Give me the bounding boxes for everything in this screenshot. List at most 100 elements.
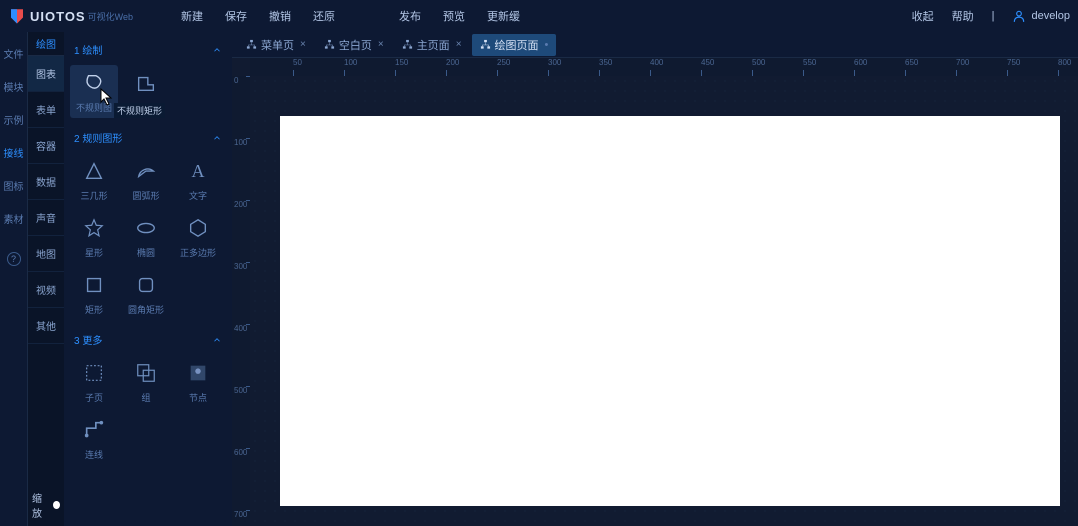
cat-video[interactable]: 视频 — [28, 272, 64, 308]
sitemap-icon — [246, 39, 257, 50]
cat-form[interactable]: 表单 — [28, 92, 64, 128]
ellipse-icon — [132, 214, 160, 242]
menu-save[interactable]: 保存 — [225, 8, 247, 24]
scale-slider-thumb[interactable] — [53, 501, 60, 509]
tool-triangle[interactable]: 三几形 — [70, 153, 118, 206]
tool-ellipse[interactable]: 椭圆 — [122, 210, 170, 263]
polygon-icon — [184, 214, 212, 242]
cat-audio[interactable]: 声音 — [28, 200, 64, 236]
menu-redo[interactable]: 还原 — [313, 8, 335, 24]
page-tabs: 菜单页× 空白页× 主页面× 绘图页面• — [232, 32, 1078, 58]
user-name: develop — [1031, 10, 1070, 22]
group-icon — [132, 359, 160, 387]
ruler-vertical[interactable]: 0100200300400500600700 — [232, 76, 250, 526]
close-icon[interactable]: × — [378, 39, 384, 50]
logo: UIOTOS — [8, 7, 86, 25]
menu-refresh[interactable]: 更新缓 — [487, 8, 520, 24]
section-3-header[interactable]: 3 更多 — [64, 328, 232, 351]
text-icon: A — [184, 157, 212, 185]
logo-icon — [8, 7, 26, 25]
divider: | — [992, 10, 995, 22]
tooltip: 不规则矩形 — [114, 103, 165, 118]
tab-menu-page[interactable]: 菜单页× — [238, 34, 314, 56]
topbar: UIOTOS 可视化Web 新建 保存 撤销 还原 发布 预览 更新缓 收起 帮… — [0, 0, 1078, 32]
user-icon — [1012, 9, 1026, 23]
arc-icon — [132, 157, 160, 185]
section-1-title: 1 绘制 — [74, 42, 102, 57]
modified-dot-icon: • — [545, 39, 549, 51]
leftbar-help[interactable]: ? — [7, 252, 21, 266]
menu-new[interactable]: 新建 — [181, 8, 203, 24]
help-button[interactable]: 帮助 — [952, 8, 974, 24]
section-3-title: 3 更多 — [74, 332, 102, 347]
close-icon[interactable]: × — [456, 39, 462, 50]
section-2-grid: 三几形 圆弧形 A 文字 星形 椭圆 正多边形 — [64, 149, 232, 328]
sitemap-icon — [324, 39, 335, 50]
section-3-grid: 子页 组 节点 连线 — [64, 351, 232, 473]
topbar-right: 收起 帮助 | develop — [912, 8, 1070, 24]
section-2-title: 2 规则图形 — [74, 130, 122, 145]
edge-icon — [80, 416, 108, 444]
tool-node[interactable]: 节点 — [174, 355, 222, 408]
scale-control[interactable]: 缩放 — [28, 484, 64, 526]
tool-arc[interactable]: 圆弧形 — [122, 153, 170, 206]
star-icon — [80, 214, 108, 242]
collapse-button[interactable]: 收起 — [912, 8, 934, 24]
menu-preview[interactable]: 预览 — [443, 8, 465, 24]
tool-text[interactable]: A 文字 — [174, 153, 222, 206]
user-menu[interactable]: develop — [1012, 9, 1070, 23]
cat-container[interactable]: 容器 — [28, 128, 64, 164]
ruler-horizontal[interactable]: 0501001502002503003504004505005506006507… — [250, 58, 1078, 76]
tool-group[interactable]: 组 — [122, 355, 170, 408]
sitemap-icon — [480, 39, 491, 50]
tool-rect[interactable]: 矩形 — [70, 267, 118, 320]
section-1-header[interactable]: 1 绘制 — [64, 38, 232, 61]
section-2-header[interactable]: 2 规则图形 — [64, 126, 232, 149]
chevron-up-icon — [212, 133, 222, 143]
logo-text: UIOTOS — [30, 9, 86, 24]
main-menu: 新建 保存 撤销 还原 发布 预览 更新缓 — [181, 8, 520, 24]
category-column: 组件 绘图 图表 表单 容器 数据 声音 地图 视频 其他 缩放 — [28, 32, 64, 526]
tool-edge[interactable]: 连线 — [70, 412, 118, 465]
tab-main-page[interactable]: 主页面× — [394, 34, 470, 56]
cat-other[interactable]: 其他 — [28, 308, 64, 344]
scale-label: 缩放 — [32, 490, 49, 520]
leftbar-example[interactable]: 示例 — [4, 112, 24, 127]
cat-chart[interactable]: 图表 — [28, 56, 64, 92]
irregular-rect-icon — [132, 69, 160, 97]
leftbar-asset[interactable]: 素材 — [4, 211, 24, 226]
tool-star[interactable]: 星形 — [70, 210, 118, 263]
tab-blank-page[interactable]: 空白页× — [316, 34, 392, 56]
leftbar-module[interactable]: 模块 — [4, 79, 24, 94]
sitemap-icon — [402, 39, 413, 50]
leftbar-wire[interactable]: 接线 — [4, 145, 24, 160]
tab-draw-page[interactable]: 绘图页面• — [472, 34, 557, 56]
roundrect-icon — [132, 271, 160, 299]
canvas-paper[interactable] — [280, 116, 1060, 506]
chevron-up-icon — [212, 335, 222, 345]
node-icon — [184, 359, 212, 387]
leftbar-file[interactable]: 文件 — [4, 46, 24, 61]
cat-data[interactable]: 数据 — [28, 164, 64, 200]
leftbar-icon[interactable]: 图标 — [4, 178, 24, 193]
tool-irregular-label: 不规则图 — [76, 101, 112, 114]
triangle-icon — [80, 157, 108, 185]
category-list: 图表 表单 容器 数据 声音 地图 视频 其他 — [28, 56, 64, 344]
tab-draw[interactable]: 绘图 — [36, 36, 56, 51]
tool-irregular[interactable]: 不规则图 — [70, 65, 118, 118]
tool-roundrect[interactable]: 圆角矩形 — [122, 267, 170, 320]
tool-subpage[interactable]: 子页 — [70, 355, 118, 408]
rect-icon — [80, 271, 108, 299]
irregular-icon — [80, 69, 108, 97]
canvas-area[interactable] — [250, 76, 1078, 526]
tool-polygon[interactable]: 正多边形 — [174, 210, 222, 263]
palette-top-tabs: 组件 绘图 — [28, 32, 64, 56]
close-icon[interactable]: × — [300, 39, 306, 50]
cat-map[interactable]: 地图 — [28, 236, 64, 272]
leftbar: 文件 模块 示例 接线 图标 素材 ? — [0, 32, 28, 526]
canvas-column: 菜单页× 空白页× 主页面× 绘图页面• 0501001502002503003… — [232, 32, 1078, 526]
menu-undo[interactable]: 撤销 — [269, 8, 291, 24]
subpage-icon — [80, 359, 108, 387]
menu-publish[interactable]: 发布 — [399, 8, 421, 24]
chevron-up-icon — [212, 45, 222, 55]
